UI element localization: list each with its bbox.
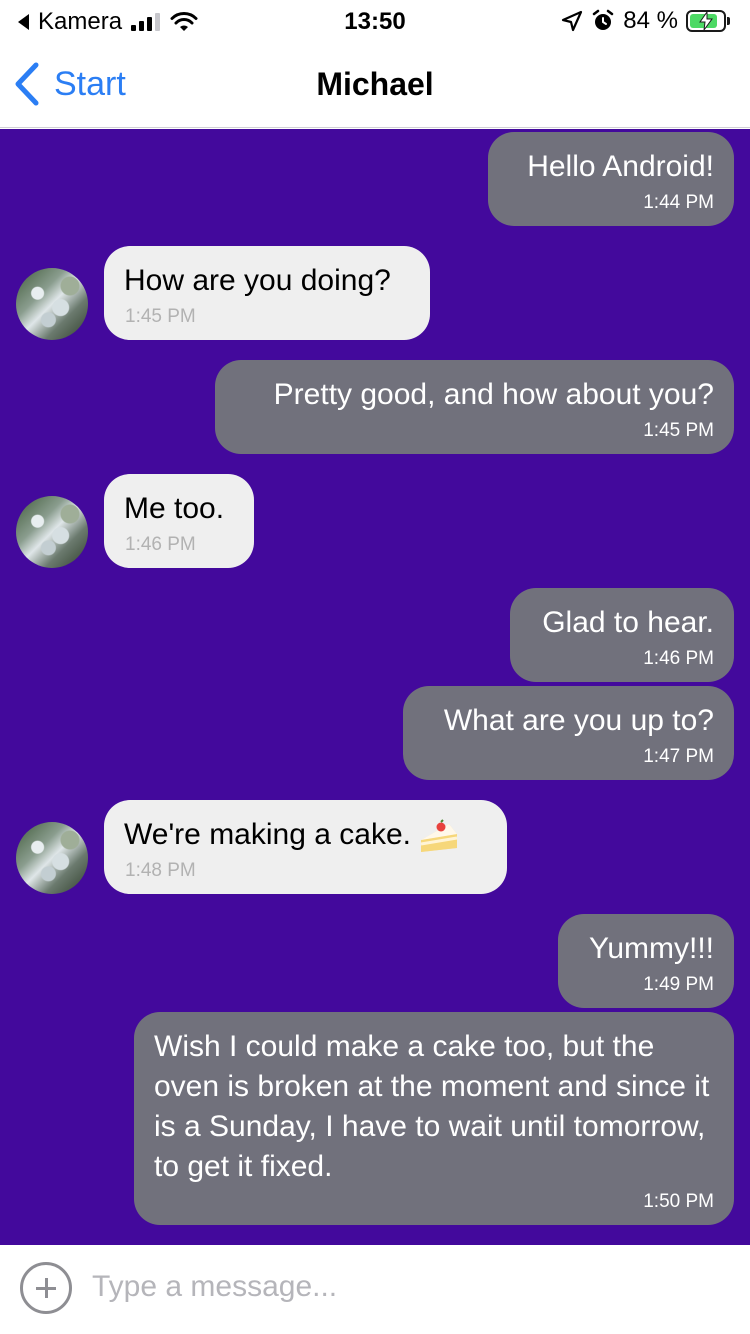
message-text: What are you up to? (443, 704, 714, 737)
message-bubble-outgoing[interactable]: What are you up to? 1:47 PM (403, 686, 734, 780)
location-arrow-icon (561, 10, 583, 32)
add-attachment-button[interactable] (20, 1262, 72, 1314)
avatar[interactable] (16, 268, 88, 340)
message-time: 1:45 PM (643, 420, 714, 441)
conversation-title: Michael (316, 66, 434, 102)
message-time: 1:47 PM (643, 746, 714, 767)
message-time: 1:46 PM (643, 648, 714, 669)
message-bubble-outgoing[interactable]: Hello Android! 1:44 PM (488, 132, 734, 226)
message-text: Glad to hear. (542, 606, 714, 639)
message-input[interactable] (92, 1265, 732, 1309)
message-time: 1:49 PM (643, 974, 714, 995)
message-text: Me too. (124, 492, 225, 525)
message-text: Wish I could make a cake too, but the ov… (154, 1030, 710, 1183)
navigation-bar: Start Michael (0, 42, 750, 128)
message-time: 1:45 PM (125, 306, 196, 327)
message-bubble-incoming[interactable]: How are you doing? 1:45 PM (104, 246, 430, 340)
message-text: Pretty good, and how about you? (273, 378, 714, 411)
message-text: Hello Android! (527, 150, 714, 183)
message-bubble-incoming[interactable]: We're making a cake. 1:48 PM (104, 800, 507, 894)
message-list[interactable]: Hello Android! 1:44 PM How are you doing… (0, 129, 750, 1245)
message-bubble-outgoing[interactable]: Yummy!!! 1:49 PM (558, 914, 734, 1008)
message-time: 1:48 PM (125, 860, 196, 881)
message-composer (0, 1245, 750, 1334)
message-text: How are you doing? (124, 264, 391, 297)
shortcake-icon (420, 819, 458, 853)
avatar[interactable] (16, 822, 88, 894)
message-bubble-incoming[interactable]: Me too. 1:46 PM (104, 474, 254, 568)
status-right: 84 % (561, 7, 730, 35)
status-bar: Kamera 13:50 84 % (0, 0, 750, 42)
battery-percent: 84 % (623, 7, 678, 34)
message-time: 1:44 PM (643, 192, 714, 213)
alarm-clock-icon (591, 9, 615, 33)
battery-icon (686, 10, 730, 32)
avatar[interactable] (16, 496, 88, 568)
message-time: 1:50 PM (643, 1191, 714, 1212)
message-bubble-outgoing[interactable]: Glad to hear. 1:46 PM (510, 588, 734, 682)
message-time: 1:46 PM (125, 534, 196, 555)
message-text: We're making a cake. (124, 818, 411, 851)
message-text: Yummy!!! (588, 932, 714, 965)
message-bubble-outgoing[interactable]: Wish I could make a cake too, but the ov… (134, 1012, 734, 1225)
message-bubble-outgoing[interactable]: Pretty good, and how about you? 1:45 PM (215, 360, 734, 454)
